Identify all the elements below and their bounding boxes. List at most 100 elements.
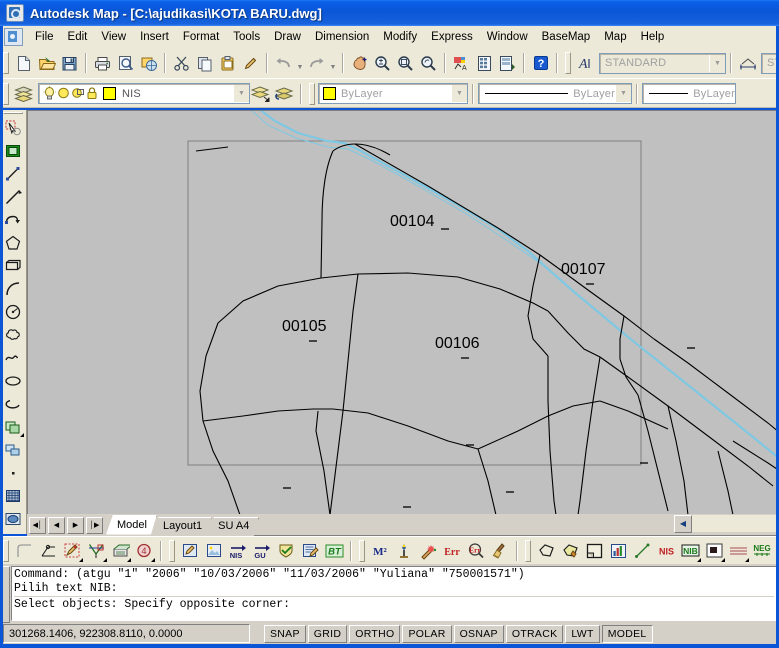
menu-item-format[interactable]: Format xyxy=(176,28,226,46)
find-err-icon[interactable]: Err xyxy=(464,540,488,563)
flyout-arrow[interactable] xyxy=(19,433,24,437)
command-window-grip[interactable] xyxy=(2,566,10,623)
arc-icon[interactable] xyxy=(2,277,25,300)
draw-curve-icon[interactable] xyxy=(12,540,36,563)
menu-item-tools[interactable]: Tools xyxy=(226,28,267,46)
ellipse-icon[interactable] xyxy=(2,369,25,392)
chart-icon[interactable] xyxy=(606,540,630,563)
flyout-arrow[interactable] xyxy=(103,557,107,562)
undo-icon[interactable] xyxy=(272,52,295,74)
command-prompt[interactable]: Select objects: Specify opposite corner: xyxy=(14,598,774,612)
tab-su-a4[interactable]: SU A4 xyxy=(207,517,259,535)
scroll-trough[interactable] xyxy=(692,515,779,532)
drawing-canvas[interactable]: 00104 00105 00106 00107 xyxy=(27,110,779,515)
flyout-arrow[interactable] xyxy=(127,557,131,562)
copy-icon[interactable] xyxy=(193,52,216,74)
zoom-previous-icon[interactable] xyxy=(417,52,440,74)
coordinate-display[interactable]: 301268.1406, 922308.8110, 0.0000 xyxy=(3,624,250,643)
status-toggle-osnap[interactable]: OSNAP xyxy=(453,624,504,643)
properties-icon[interactable]: A xyxy=(450,52,473,74)
chevron-down-icon[interactable]: ▼ xyxy=(709,54,725,72)
menu-item-modify[interactable]: Modify xyxy=(376,28,424,46)
area-m2-icon[interactable]: M² xyxy=(368,540,392,563)
status-toggle-ortho[interactable]: ORTHO xyxy=(349,624,401,643)
menu-item-basemap[interactable]: BaseMap xyxy=(535,28,598,46)
gu-export-icon[interactable]: GU xyxy=(250,540,274,563)
status-toggle-model[interactable]: MODEL xyxy=(601,624,653,643)
toolbar-grip[interactable] xyxy=(525,540,531,562)
text-style-combo[interactable]: STANDARD ▼ xyxy=(599,52,726,74)
toolbar-grip[interactable] xyxy=(3,112,23,114)
layer-previous-icon[interactable] xyxy=(273,83,296,105)
dim-style-icon[interactable] xyxy=(736,52,759,74)
query-area-icon[interactable]: 4 xyxy=(132,540,156,563)
check-shield-icon[interactable] xyxy=(274,540,298,563)
err-icon[interactable]: Err xyxy=(440,540,464,563)
status-toggle-grid[interactable]: GRID xyxy=(307,624,348,643)
print-preview-icon[interactable] xyxy=(114,52,137,74)
undo-dropdown-arrow[interactable]: ▼ xyxy=(295,49,305,77)
revision-cloud-icon[interactable] xyxy=(2,323,25,346)
region-icon[interactable] xyxy=(2,507,25,530)
redo-icon[interactable] xyxy=(305,52,328,74)
line-icon[interactable] xyxy=(2,162,25,185)
layer-make-current-icon[interactable] xyxy=(250,83,273,105)
redo-dropdown-arrow[interactable]: ▼ xyxy=(328,49,338,77)
menu-item-help[interactable]: Help xyxy=(634,28,672,46)
help-icon[interactable]: ? xyxy=(529,52,552,74)
annotate-icon[interactable] xyxy=(36,540,60,563)
tab-layout1[interactable]: Layout1 xyxy=(152,517,212,535)
point-icon[interactable] xyxy=(2,461,25,484)
clean-broom-icon[interactable] xyxy=(488,540,512,563)
menu-item-view[interactable]: View xyxy=(94,28,133,46)
fill-color-icon[interactable] xyxy=(702,540,726,563)
menu-item-edit[interactable]: Edit xyxy=(61,28,95,46)
layer-control-combo[interactable]: NIS ▼ xyxy=(38,83,250,104)
flyout-arrow[interactable] xyxy=(151,557,155,562)
frame-icon[interactable] xyxy=(582,540,606,563)
select-objects-icon[interactable] xyxy=(2,116,25,139)
chevron-down-icon[interactable]: ▼ xyxy=(615,85,631,102)
prev-tab-button[interactable]: ◀ xyxy=(48,516,65,534)
block-icon[interactable] xyxy=(2,438,25,461)
toolbar-grip[interactable] xyxy=(359,540,365,562)
toolbar-grip[interactable] xyxy=(309,82,315,105)
tab-model[interactable]: Model xyxy=(106,515,157,535)
tool-palettes-icon[interactable] xyxy=(496,52,519,74)
edit-parcel-icon[interactable] xyxy=(60,540,84,563)
status-toggle-otrack[interactable]: OTRACK xyxy=(505,624,564,643)
flyout-arrow[interactable] xyxy=(79,557,83,562)
book-edit-icon[interactable] xyxy=(298,540,322,563)
first-tab-button[interactable]: ◀│ xyxy=(29,516,46,534)
toolbar-grip[interactable] xyxy=(3,540,9,562)
menu-item-map[interactable]: Map xyxy=(597,28,633,46)
survey-icon[interactable] xyxy=(84,540,108,563)
circle-icon[interactable] xyxy=(2,300,25,323)
save-icon[interactable] xyxy=(58,52,81,74)
document-control-icon[interactable] xyxy=(4,28,23,46)
match-properties-icon[interactable] xyxy=(239,52,262,74)
new-icon[interactable] xyxy=(12,52,35,74)
scroll-left-button[interactable]: ◀ xyxy=(674,514,692,533)
linetype-control-combo[interactable]: ByLayer ▼ xyxy=(478,83,632,104)
ellipse-arc-icon[interactable] xyxy=(2,392,25,415)
linetype-set-icon[interactable] xyxy=(726,540,750,563)
nis-export-icon[interactable]: NIS xyxy=(226,540,250,563)
toolbar-grip[interactable] xyxy=(3,82,9,105)
color-control-combo[interactable]: ByLayer ▼ xyxy=(318,83,468,104)
edit-attribute-icon[interactable] xyxy=(178,540,202,563)
pan-realtime-icon[interactable] xyxy=(348,52,371,74)
polyline-icon[interactable] xyxy=(2,208,25,231)
menu-item-express[interactable]: Express xyxy=(424,28,480,46)
command-history[interactable]: Command: (atgu "1" "2006" "10/03/2006" "… xyxy=(11,566,777,621)
rectangle-icon[interactable] xyxy=(2,254,25,277)
hatch-icon[interactable] xyxy=(2,484,25,507)
menu-item-file[interactable]: File xyxy=(28,28,61,46)
status-toggle-lwt[interactable]: LWT xyxy=(565,624,600,643)
chevron-down-icon[interactable]: ▼ xyxy=(451,85,467,102)
toolbar-grip[interactable] xyxy=(565,52,571,74)
status-toggle-polar[interactable]: POLAR xyxy=(402,624,452,643)
neg-icon[interactable]: NEG xyxy=(750,540,774,563)
next-tab-button[interactable]: ▶ xyxy=(67,516,84,534)
flyout-arrow[interactable] xyxy=(697,557,701,562)
